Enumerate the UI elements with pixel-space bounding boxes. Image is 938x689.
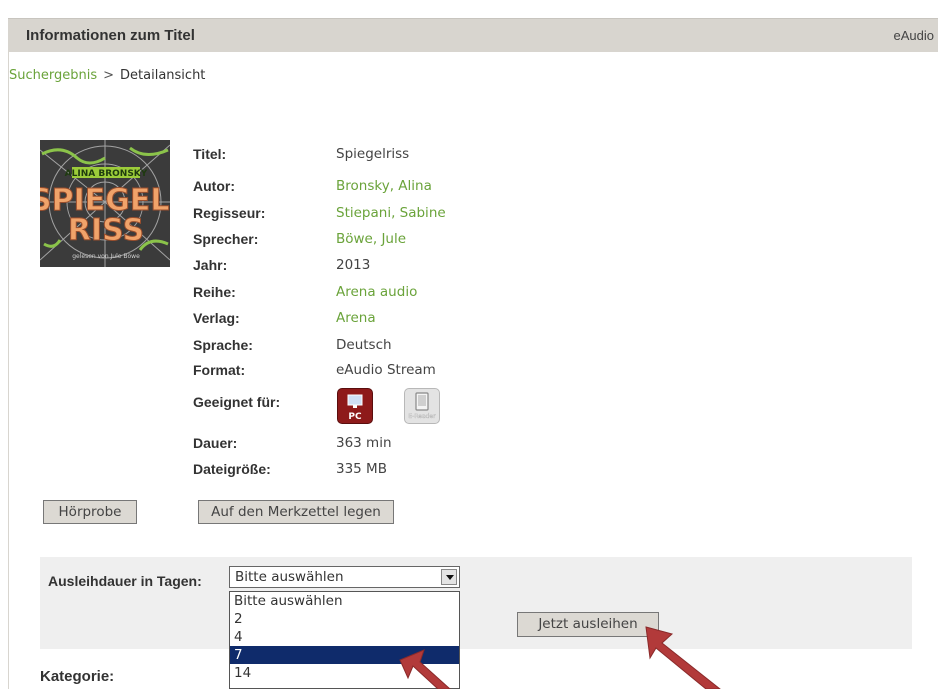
detail-value-link[interactable]: Böwe, Jule xyxy=(336,231,406,247)
detail-label: Dateigröße: xyxy=(193,461,271,477)
detail-label: Geeignet für: xyxy=(193,394,281,410)
detail-value-link[interactable]: Stiepani, Sabine xyxy=(336,205,446,221)
loan-panel: Ausleihdauer in Tagen: xyxy=(40,557,912,649)
borrow-now-button[interactable]: Jetzt ausleihen xyxy=(517,612,659,637)
add-to-watchlist-button[interactable]: Auf den Merkzettel legen xyxy=(198,500,394,524)
detail-value: 363 min xyxy=(336,435,392,451)
chevron-down-icon[interactable] xyxy=(441,569,457,585)
detail-value-link[interactable]: Arena xyxy=(336,310,376,326)
pc-device-label: PC xyxy=(348,412,362,422)
option-item[interactable]: 14 xyxy=(230,664,459,682)
detail-value: Deutsch xyxy=(336,337,392,353)
detail-label: Reihe: xyxy=(193,284,236,300)
detail-label: Titel: xyxy=(193,146,227,162)
option-item[interactable]: Bitte auswählen xyxy=(230,592,459,610)
option-item-highlighted[interactable]: 7 xyxy=(230,646,459,664)
cover-title-line2: RISS xyxy=(68,213,144,248)
option-item[interactable]: 4 xyxy=(230,628,459,646)
detail-value-link[interactable]: Bronsky, Alina xyxy=(336,178,432,194)
detail-label: Sprecher: xyxy=(193,231,259,247)
page-title: Informationen zum Titel xyxy=(26,27,195,44)
detail-label: Autor: xyxy=(193,178,235,194)
loan-duration-options: Bitte auswählen 2 4 7 14 xyxy=(229,591,460,689)
detail-label: Sprache: xyxy=(193,337,253,353)
detail-label: Verlag: xyxy=(193,310,240,326)
ereader-device-icon[interactable]: E-Reader xyxy=(404,388,440,424)
category-label: Kategorie: xyxy=(40,668,115,685)
pc-device-icon[interactable]: PC xyxy=(337,388,373,424)
detail-label: Dauer: xyxy=(193,435,238,451)
left-border xyxy=(8,52,9,689)
detail-label: Format: xyxy=(193,362,246,378)
loan-duration-select[interactable]: Bitte auswählen xyxy=(229,566,460,588)
page: Informationen zum Titel eAudio Suchergeb… xyxy=(0,0,938,689)
loan-duration-label: Ausleihdauer in Tagen: xyxy=(48,573,202,589)
cover-author-text: ALINA BRONSKY xyxy=(65,169,148,179)
breadcrumb-separator: > xyxy=(103,68,115,83)
detail-label: Regisseur: xyxy=(193,205,266,221)
detail-value: eAudio Stream xyxy=(336,362,436,378)
breadcrumb-current: Detailansicht xyxy=(120,68,206,83)
detail-value: 2013 xyxy=(336,257,371,273)
media-type-label: eAudio xyxy=(893,28,934,43)
breadcrumb-link-search-results[interactable]: Suchergebnis xyxy=(9,68,97,83)
title-bar: Informationen zum Titel eAudio xyxy=(8,18,938,52)
ereader-device-label: E-Reader xyxy=(408,413,436,420)
cover-subtitle: gelesen von Jule Böwe xyxy=(72,253,140,260)
breadcrumb: Suchergebnis > Detailansicht xyxy=(9,68,205,83)
cover-image: ALINA BRONSKY SPIEGEL- RISS gelesen von … xyxy=(40,140,170,267)
detail-value: Spiegelriss xyxy=(336,146,410,162)
select-current-value: Bitte auswählen xyxy=(235,569,344,585)
sample-button[interactable]: Hörprobe xyxy=(43,500,137,524)
detail-value: 335 MB xyxy=(336,461,387,477)
detail-label: Jahr: xyxy=(193,257,228,273)
option-item[interactable]: 2 xyxy=(230,610,459,628)
detail-value-link[interactable]: Arena audio xyxy=(336,284,417,300)
